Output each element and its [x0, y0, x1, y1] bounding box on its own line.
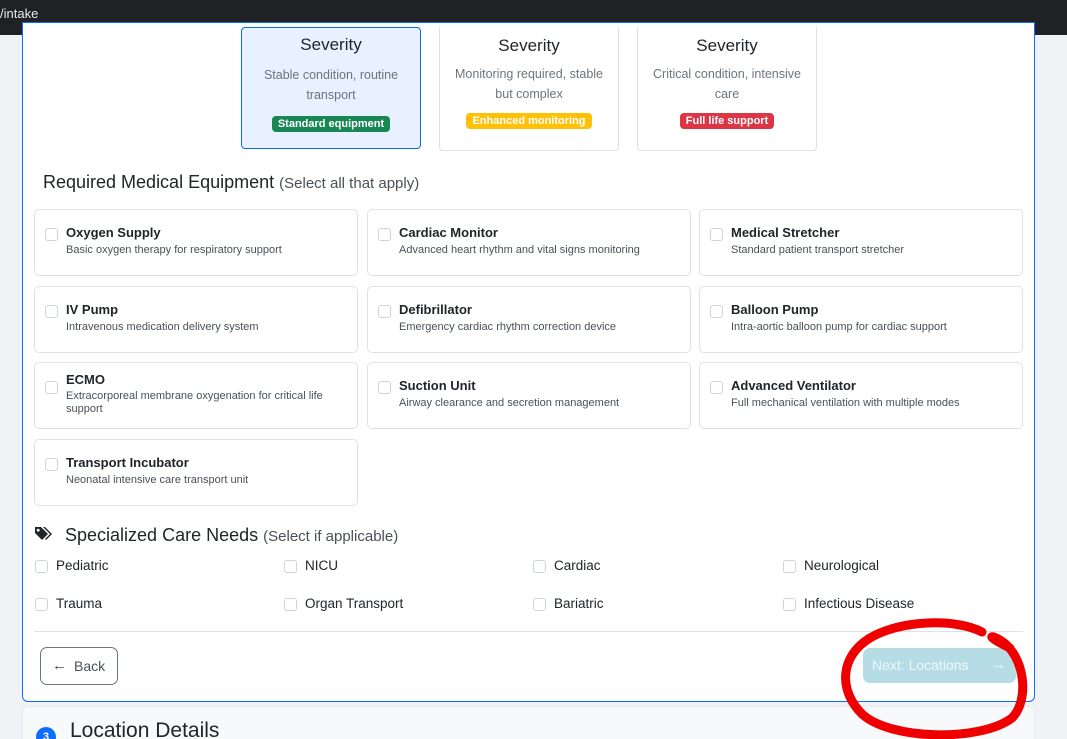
severity-card-critical[interactable]: Severity Critical condition, intensive c…	[637, 27, 817, 151]
equipment-option-iv-pump[interactable]: IV Pump Intravenous medication delivery …	[34, 286, 358, 353]
equipment-name: Defibrillator	[399, 302, 472, 317]
equipment-name: Oxygen Supply	[66, 225, 161, 240]
care-need-label: Organ Transport	[305, 596, 404, 611]
step-number-badge: 3	[36, 727, 56, 739]
equipment-description: Standard patient transport stretcher	[731, 244, 905, 256]
care-need-label: NICU	[305, 558, 338, 573]
care-need-label: Pediatric	[56, 558, 109, 573]
care-need-label: Trauma	[56, 596, 103, 611]
care-need-label: Cardiac	[554, 558, 601, 573]
checkbox[interactable]	[284, 560, 297, 573]
severity-card-description: Stable condition, routine transport	[263, 68, 399, 102]
checkbox[interactable]	[533, 598, 546, 611]
care-need-label: Bariatric	[554, 596, 604, 611]
equipment-description: Intravenous medication delivery system	[66, 321, 259, 333]
severity-card-title: Severity	[696, 36, 758, 55]
section-title: Location Details	[70, 719, 220, 739]
equipment-name: Balloon Pump	[731, 302, 819, 317]
checkbox[interactable]	[35, 560, 48, 573]
equipment-option-cardiac-monitor[interactable]: Cardiac Monitor Advanced heart rhythm an…	[367, 209, 691, 276]
arrow-right-icon: →	[991, 656, 1006, 673]
checkbox[interactable]	[35, 598, 48, 611]
severity-card-title: Severity	[300, 35, 362, 54]
severity-card-title: Severity	[498, 36, 560, 55]
equipment-option-oxygen-supply[interactable]: Oxygen Supply Basic oxygen therapy for r…	[34, 209, 358, 276]
equipment-description: Airway clearance and secretion managemen…	[399, 397, 620, 409]
care-need-label: Infectious Disease	[804, 596, 915, 611]
checkbox[interactable]	[378, 305, 391, 318]
equipment-option-advanced-ventilator[interactable]: Advanced Ventilator Full mechanical vent…	[699, 362, 1023, 429]
url-path: /intake	[0, 6, 39, 21]
arrow-left-icon: ←	[52, 657, 67, 674]
checkbox[interactable]	[378, 381, 391, 394]
equipment-name: Advanced Ventilator	[731, 378, 856, 393]
location-details-section[interactable]: 3 Location Details	[22, 706, 1035, 739]
care-needs-subtitle: (Select if applicable)	[263, 528, 399, 545]
care-needs-section-title: Specialized Care Needs (Select if applic…	[34, 525, 398, 548]
checkbox[interactable]	[378, 228, 391, 241]
equipment-description: Emergency cardiac rhythm correction devi…	[399, 321, 617, 333]
checkbox[interactable]	[710, 305, 723, 318]
equipment-level-badge: Standard equipment	[271, 116, 391, 132]
equipment-description: Intra-aortic balloon pump for cardiac su…	[731, 321, 947, 333]
equipment-option-transport-incubator[interactable]: Transport Incubator Neonatal intensive c…	[34, 439, 358, 506]
checkbox[interactable]	[533, 560, 546, 573]
equipment-option-balloon-pump[interactable]: Balloon Pump Intra-aortic balloon pump f…	[699, 286, 1023, 353]
equipment-description: Basic oxygen therapy for respiratory sup…	[66, 244, 282, 256]
checkbox[interactable]	[710, 381, 723, 394]
checkbox[interactable]	[710, 228, 723, 241]
equipment-level-badge: Enhanced monitoring	[466, 113, 592, 129]
next-locations-button[interactable]: Next: Locations →	[863, 648, 1016, 683]
equipment-name: Suction Unit	[399, 378, 476, 393]
equipment-title: Required Medical Equipment	[43, 172, 275, 192]
equipment-name: IV Pump	[66, 302, 119, 317]
equipment-level-badge: Full life support	[679, 113, 775, 129]
checkbox[interactable]	[783, 598, 796, 611]
checkbox[interactable]	[783, 560, 796, 573]
equipment-description: Extracorporeal membrane oxygenation for …	[66, 390, 323, 415]
next-button-label: Next: Locations	[872, 657, 969, 673]
equipment-name: ECMO	[66, 372, 105, 387]
equipment-name: Cardiac Monitor	[399, 225, 498, 240]
equipment-option-ecmo[interactable]: ECMO Extracorporeal membrane oxygenation…	[34, 362, 358, 429]
tags-icon	[34, 526, 54, 548]
form-divider	[34, 631, 1023, 632]
equipment-option-defibrillator[interactable]: Defibrillator Emergency cardiac rhythm c…	[367, 286, 691, 353]
equipment-option-medical-stretcher[interactable]: Medical Stretcher Standard patient trans…	[699, 209, 1023, 276]
checkbox[interactable]	[284, 598, 297, 611]
severity-card-complex[interactable]: Severity Monitoring required, stable but…	[439, 27, 619, 151]
equipment-description: Neonatal intensive care transport unit	[66, 474, 249, 486]
care-needs-title: Specialized Care Needs	[65, 525, 259, 545]
equipment-name: Transport Incubator	[66, 455, 189, 470]
checkbox[interactable]	[45, 228, 58, 241]
checkbox[interactable]	[45, 305, 58, 318]
severity-card-description: Critical condition, intensive care	[653, 67, 801, 101]
equipment-description: Full mechanical ventilation with multipl…	[731, 397, 960, 409]
care-need-label: Neurological	[804, 558, 880, 573]
checkbox[interactable]	[45, 381, 58, 394]
equipment-option-suction-unit[interactable]: Suction Unit Airway clearance and secret…	[367, 362, 691, 429]
severity-card-stable[interactable]: Severity Stable condition, routine trans…	[241, 27, 421, 149]
equipment-description: Advanced heart rhythm and vital signs mo…	[399, 244, 640, 256]
checkbox[interactable]	[45, 458, 58, 471]
equipment-subtitle: (Select all that apply)	[279, 175, 420, 192]
back-button-label: Back	[74, 658, 106, 674]
severity-card-description: Monitoring required, stable but complex	[455, 67, 603, 101]
equipment-section-title: Required Medical Equipment (Select all t…	[43, 172, 419, 193]
equipment-name: Medical Stretcher	[731, 225, 840, 240]
back-button[interactable]: ← Back	[40, 647, 118, 685]
